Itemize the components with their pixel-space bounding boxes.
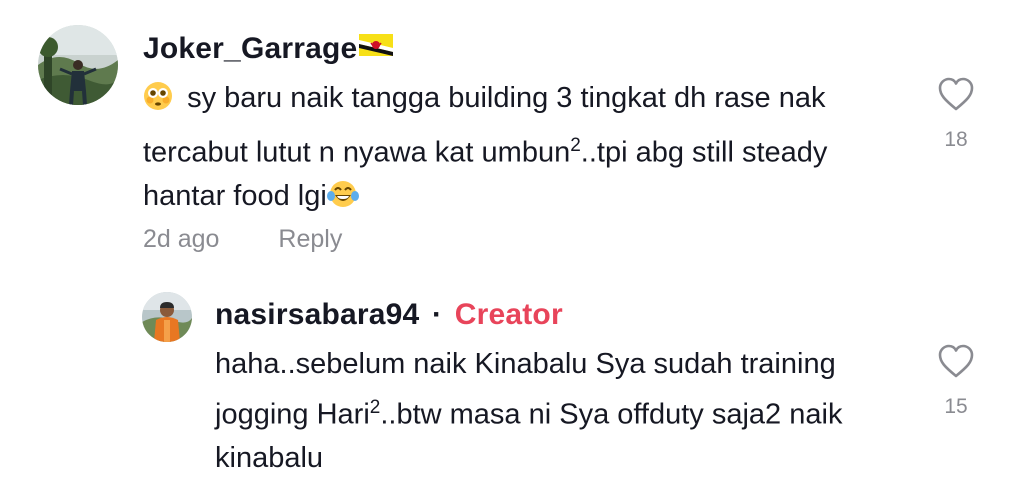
flushed-face-icon [143, 81, 173, 124]
comment-text-line-2: tercabut lutut n nyawa kat umbun2..tpi a… [143, 124, 903, 175]
reply-line-2a-text: jogging Hari [215, 398, 370, 431]
tears-of-joy-icon [326, 179, 359, 222]
reply-username[interactable]: nasirsabara94 [215, 298, 419, 331]
comment-line-3-text: hantar food lgi [143, 179, 327, 212]
like-count: 18 [944, 128, 968, 151]
reply-text-line-1: haha..sebelum naik Kinabalu Sya sudah tr… [215, 343, 915, 386]
superscript: 2 [570, 135, 581, 156]
comment-text-line-3: hantar food lgi [143, 175, 903, 222]
brunei-flag-icon [359, 30, 394, 64]
reply-button[interactable]: Reply [278, 225, 342, 253]
comment-text: sy baru naik tangga building 3 tingkat d… [143, 77, 903, 222]
comment-meta: 2d ago Reply [143, 225, 342, 254]
reply-line-1-text: haha..sebelum naik Kinabalu Sya sudah tr… [215, 348, 836, 380]
reply-text-line-2: jogging Hari2..btw masa ni Sya offduty s… [215, 386, 915, 437]
heart-icon[interactable] [937, 76, 975, 112]
comment-line-1-text: sy baru naik tangga building 3 tingkat d… [187, 82, 826, 114]
reply-line-2b-text: ..btw masa ni Sya offduty saja2 naik [380, 398, 843, 431]
comment-line-2a-text: tercabut lutut n nyawa kat umbun [143, 136, 571, 169]
heart-icon[interactable] [937, 343, 975, 379]
comment-line-2b-text: ..tpi abg still steady [580, 136, 828, 169]
reply-text: haha..sebelum naik Kinabalu Sya sudah tr… [215, 343, 915, 480]
comment-username[interactable]: Joker_Garrage [143, 30, 394, 66]
reply-line-3-text: kinabalu [215, 441, 324, 474]
comment-text-line-1: sy baru naik tangga building 3 tingkat d… [143, 77, 903, 124]
avatar[interactable] [38, 25, 118, 105]
reply-username-row: nasirsabara94 · Creator [215, 298, 563, 332]
superscript: 2 [369, 397, 381, 418]
like-count: 15 [944, 395, 968, 418]
creator-badge: Creator [454, 298, 563, 331]
username-text[interactable]: Joker_Garrage [143, 32, 357, 65]
separator-dot: · [431, 298, 443, 331]
reply-text-line-3: kinabalu [215, 437, 915, 480]
avatar[interactable] [142, 292, 192, 342]
comment-time: 2d ago [143, 225, 220, 253]
